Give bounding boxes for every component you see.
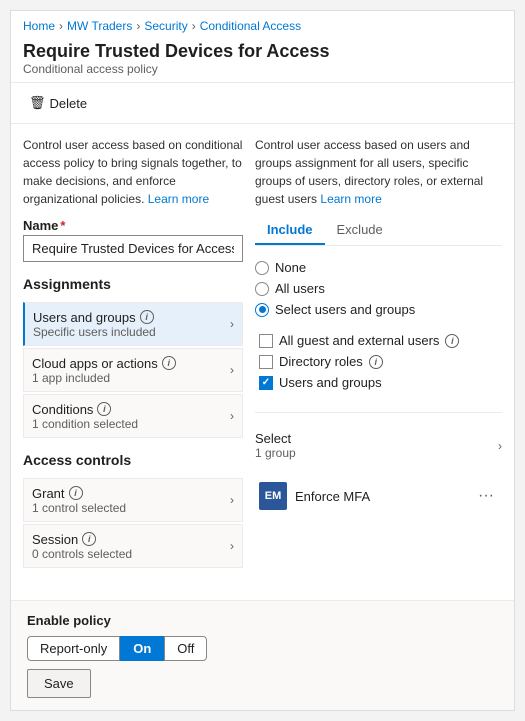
breadcrumb: Home › MW Traders › Security › Condition… [11, 11, 514, 37]
radio-all-users[interactable]: All users [255, 281, 502, 296]
right-learn-more-link[interactable]: Learn more [320, 192, 381, 206]
chevron-icon-0: › [230, 317, 234, 331]
checkbox-directory-roles[interactable]: Directory roles i [259, 354, 502, 369]
page-title: Require Trusted Devices for Access [23, 41, 502, 62]
radio-circle-all-users [255, 282, 269, 296]
group-avatar: EM [259, 482, 287, 510]
name-label: Name* [23, 218, 243, 233]
radio-circle-none [255, 261, 269, 275]
access-title-1: Session [32, 532, 78, 547]
save-button[interactable]: Save [27, 669, 91, 698]
info-icon-cloud[interactable]: i [162, 356, 176, 370]
assignment-title-2: Conditions [32, 402, 93, 417]
access-sub-0: 1 control selected [32, 501, 230, 515]
breadcrumb-conditional-access[interactable]: Conditional Access [200, 19, 301, 33]
radio-group: None All users Select users and groups [255, 260, 502, 317]
access-controls-list: Grant i 1 control selected › Session i [23, 478, 243, 568]
tabs-container: Include Exclude [255, 216, 502, 246]
assignment-sub-2: 1 condition selected [32, 417, 230, 431]
breadcrumb-security[interactable]: Security [144, 19, 187, 33]
footer-bar: Enable policy Report-only On Off Save [11, 600, 514, 710]
left-description: Control user access based on conditional… [23, 136, 243, 208]
toggle-on[interactable]: On [120, 636, 164, 661]
select-row[interactable]: Select 1 group › [255, 427, 502, 464]
group-item: EM Enforce MFA ··· [255, 476, 502, 516]
chevron-icon-session: › [230, 539, 234, 553]
page-header: Require Trusted Devices for Access Condi… [11, 37, 514, 83]
access-control-session[interactable]: Session i 0 controls selected › [23, 524, 243, 568]
assignment-sub-1: 1 app included [32, 371, 230, 385]
delete-label: Delete [50, 96, 88, 111]
assignments-list: Users and groups i Specific users includ… [23, 302, 243, 438]
info-icon-guest[interactable]: i [445, 334, 459, 348]
delete-button[interactable]: 🗑 Delete [23, 91, 93, 115]
access-control-grant[interactable]: Grant i 1 control selected › [23, 478, 243, 522]
group-name: Enforce MFA [295, 489, 466, 504]
chevron-select: › [498, 439, 502, 453]
chevron-icon-grant: › [230, 493, 234, 507]
assignment-users-groups[interactable]: Users and groups i Specific users includ… [23, 302, 243, 346]
assignment-title-0: Users and groups [33, 310, 136, 325]
checkbox-guest-external[interactable]: All guest and external users i [259, 333, 502, 348]
select-sub: 1 group [255, 446, 296, 460]
main-content: Control user access based on conditional… [11, 124, 514, 600]
name-input[interactable] [23, 235, 243, 262]
access-sub-1: 0 controls selected [32, 547, 230, 561]
assignment-title-1: Cloud apps or actions [32, 356, 158, 371]
delete-icon: 🗑 [29, 95, 46, 111]
info-icon-users[interactable]: i [140, 310, 154, 324]
policy-toggle: Report-only On Off [27, 636, 498, 661]
left-learn-more-link[interactable]: Learn more [148, 192, 209, 206]
radio-none-label: None [275, 260, 306, 275]
right-description: Control user access based on users and g… [255, 136, 502, 208]
checkbox-box-users [259, 376, 273, 390]
toolbar: 🗑 Delete [11, 83, 514, 124]
enable-policy-label: Enable policy [27, 613, 498, 628]
toggle-off[interactable]: Off [164, 636, 207, 661]
right-panel: Control user access based on users and g… [255, 136, 502, 588]
access-controls-section-title: Access controls [23, 452, 243, 468]
radio-select-users-groups[interactable]: Select users and groups [255, 302, 502, 317]
radio-all-users-label: All users [275, 281, 325, 296]
radio-none[interactable]: None [255, 260, 502, 275]
select-label: Select [255, 431, 296, 446]
chevron-icon-1: › [230, 363, 234, 377]
breadcrumb-home[interactable]: Home [23, 19, 55, 33]
page-subtitle: Conditional access policy [23, 62, 502, 76]
radio-select-label: Select users and groups [275, 302, 415, 317]
info-icon-conditions[interactable]: i [97, 402, 111, 416]
checkbox-box-directory [259, 355, 273, 369]
group-ellipsis-button[interactable]: ··· [474, 485, 498, 507]
checkbox-users-groups[interactable]: Users and groups [259, 375, 502, 390]
toggle-report-only[interactable]: Report-only [27, 636, 120, 661]
page-container: Home › MW Traders › Security › Condition… [10, 10, 515, 711]
assignment-cloud-apps[interactable]: Cloud apps or actions i 1 app included › [23, 348, 243, 392]
access-title-0: Grant [32, 486, 65, 501]
tab-include[interactable]: Include [255, 216, 325, 245]
assignment-conditions[interactable]: Conditions i 1 condition selected › [23, 394, 243, 438]
checkbox-directory-label: Directory roles [279, 354, 363, 369]
checkbox-group: All guest and external users i Directory… [255, 333, 502, 390]
breadcrumb-mw-traders[interactable]: MW Traders [67, 19, 132, 33]
tab-exclude[interactable]: Exclude [325, 216, 395, 245]
chevron-icon-2: › [230, 409, 234, 423]
left-panel: Control user access based on conditional… [23, 136, 243, 588]
checkbox-guest-label: All guest and external users [279, 333, 439, 348]
name-field-container: Name* [23, 218, 243, 262]
checkbox-users-label: Users and groups [279, 375, 382, 390]
info-icon-directory[interactable]: i [369, 355, 383, 369]
checkbox-box-guest [259, 334, 273, 348]
info-icon-grant[interactable]: i [69, 486, 83, 500]
assignments-section-title: Assignments [23, 276, 243, 292]
radio-circle-select [255, 303, 269, 317]
assignment-sub-0: Specific users included [33, 325, 230, 339]
info-icon-session[interactable]: i [82, 532, 96, 546]
divider-1 [255, 412, 502, 413]
